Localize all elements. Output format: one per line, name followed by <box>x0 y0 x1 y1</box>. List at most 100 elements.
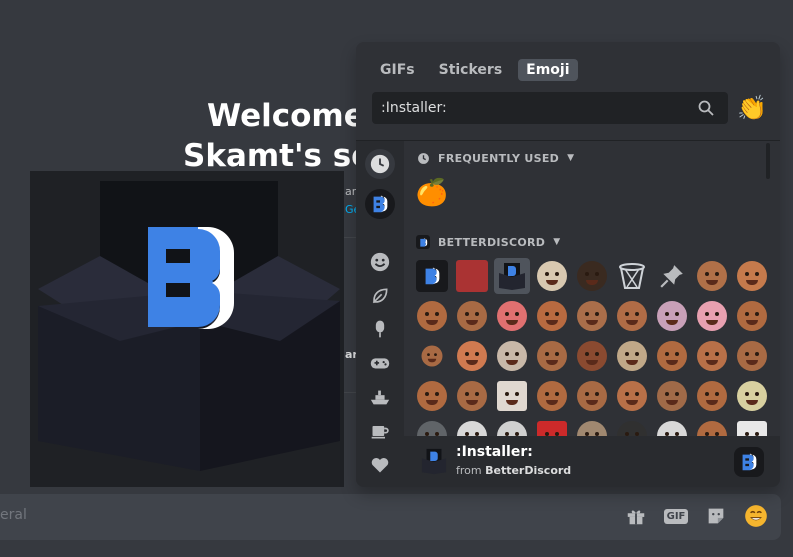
emoji-face[interactable] <box>494 338 530 374</box>
section-header-frequent[interactable]: FREQUENTLY USED ▼ <box>416 151 574 165</box>
face-emoji-icon <box>457 341 487 371</box>
betterdiscord-emoji-grid <box>414 258 770 437</box>
face-emoji-icon <box>497 301 527 331</box>
footer-emoji-source: from BetterDiscord <box>456 464 571 477</box>
coffee-icon[interactable] <box>365 416 395 446</box>
betterdiscord-server-icon[interactable] <box>734 447 764 477</box>
emoji-face[interactable] <box>454 338 490 374</box>
emoji-face[interactable] <box>614 338 650 374</box>
face-emoji-icon <box>577 261 607 291</box>
face-emoji-icon <box>737 301 767 331</box>
emoji-face[interactable] <box>494 418 530 437</box>
face-emoji-icon <box>537 301 567 331</box>
face-emoji-icon <box>657 301 687 331</box>
emoji-face[interactable] <box>574 378 610 414</box>
emoji-face[interactable] <box>694 298 730 334</box>
message-input[interactable]: eral <box>0 507 180 523</box>
emoji-pin[interactable] <box>654 258 690 294</box>
emoji-face[interactable] <box>694 378 730 414</box>
face-emoji-icon <box>577 301 607 331</box>
emoji-face[interactable] <box>534 378 570 414</box>
emoji-face[interactable] <box>654 378 690 414</box>
emoji-face[interactable] <box>574 418 610 437</box>
emoji-face[interactable] <box>734 338 770 374</box>
welcome-line-2: Skamt's se <box>183 138 373 174</box>
face-emoji-icon <box>737 421 767 437</box>
betterdiscord-box-logo-icon <box>30 171 344 487</box>
flag-emoji-icon <box>537 421 567 437</box>
emoji-face[interactable] <box>614 418 650 437</box>
leaf-icon[interactable] <box>365 281 395 311</box>
betterdiscord-server-icon[interactable] <box>365 189 395 219</box>
face-emoji-icon <box>697 421 727 437</box>
emoji-face[interactable] <box>414 378 450 414</box>
message-composer[interactable]: eral GIF <box>0 494 781 540</box>
emoji-face[interactable] <box>694 258 730 294</box>
gamepad-icon[interactable] <box>365 348 395 378</box>
emoji-list[interactable]: FREQUENTLY USED ▼ 🍊 BETTERDISCORD ▼ <box>404 141 772 437</box>
emoji-face[interactable] <box>494 298 530 334</box>
search-icon[interactable] <box>698 100 714 116</box>
popsicle-icon[interactable] <box>365 314 395 344</box>
emoji-face[interactable] <box>734 378 770 414</box>
emoji-search-input[interactable] <box>372 92 692 124</box>
emoji-face[interactable] <box>414 418 450 437</box>
emoji-face[interactable] <box>694 418 730 437</box>
emoji-face[interactable] <box>654 418 690 437</box>
emoji-face[interactable] <box>494 378 530 414</box>
emoji-face[interactable] <box>454 298 490 334</box>
chevron-down-icon: ▼ <box>567 153 575 163</box>
tab-stickers[interactable]: Stickers <box>431 59 511 81</box>
gif-icon[interactable]: GIF <box>663 503 689 529</box>
emoji-flag[interactable] <box>534 418 570 437</box>
smiley-icon[interactable] <box>365 247 395 277</box>
tab-emoji[interactable]: Emoji <box>518 59 578 81</box>
emoji-face[interactable] <box>534 298 570 334</box>
random-emoji-button[interactable]: 👏 <box>737 93 767 123</box>
face-emoji-icon <box>497 341 527 371</box>
emoji-face[interactable] <box>734 298 770 334</box>
emoji-installer[interactable] <box>494 258 530 294</box>
face-emoji-icon <box>697 381 727 411</box>
face-emoji-icon <box>737 341 767 371</box>
footer-server-name: BetterDiscord <box>485 464 572 477</box>
tab-gifs[interactable]: GIFs <box>372 59 423 81</box>
ship-icon[interactable] <box>365 382 395 412</box>
emoji-face[interactable] <box>734 418 770 437</box>
emoji-face[interactable] <box>694 338 730 374</box>
emoji-face[interactable] <box>534 258 570 294</box>
emoji-face[interactable] <box>654 338 690 374</box>
emoji-face[interactable] <box>734 258 770 294</box>
emoji-betterdiscord-logo[interactable] <box>414 258 450 294</box>
betterdiscord-server-icon <box>416 235 430 249</box>
emoji-search <box>372 92 728 124</box>
emoji-face[interactable] <box>614 378 650 414</box>
emoji-face[interactable] <box>454 378 490 414</box>
emoji-face[interactable] <box>654 298 690 334</box>
section-header-betterdiscord[interactable]: BETTERDISCORD ▼ <box>416 235 560 249</box>
gift-icon[interactable] <box>623 503 649 529</box>
face-emoji-icon <box>417 381 447 411</box>
footer-from-prefix: from <box>456 464 482 477</box>
emoji-basket[interactable] <box>614 258 650 294</box>
emoji-photo[interactable] <box>454 258 490 294</box>
welcome-line-1: Welcome <box>207 98 365 134</box>
emoji-face[interactable] <box>454 418 490 437</box>
betterdiscord-logo-icon <box>416 260 448 292</box>
emoji-face[interactable] <box>414 298 450 334</box>
installer-emoji-icon <box>499 263 525 290</box>
emoji-scrollbar[interactable] <box>766 143 770 179</box>
emoji-face[interactable] <box>614 298 650 334</box>
clock-icon[interactable] <box>365 149 395 179</box>
emoji-face[interactable] <box>414 338 450 374</box>
emoji-face[interactable] <box>574 338 610 374</box>
face-emoji-icon <box>421 345 443 367</box>
emoji-icon[interactable] <box>743 503 769 529</box>
heart-icon[interactable] <box>365 450 395 480</box>
sticker-icon[interactable] <box>703 503 729 529</box>
emoji-face[interactable] <box>534 338 570 374</box>
emoji-tangerine[interactable]: 🍊 <box>414 175 450 211</box>
emoji-face[interactable] <box>574 298 610 334</box>
photo-emoji-icon <box>456 260 488 292</box>
emoji-face[interactable] <box>574 258 610 294</box>
